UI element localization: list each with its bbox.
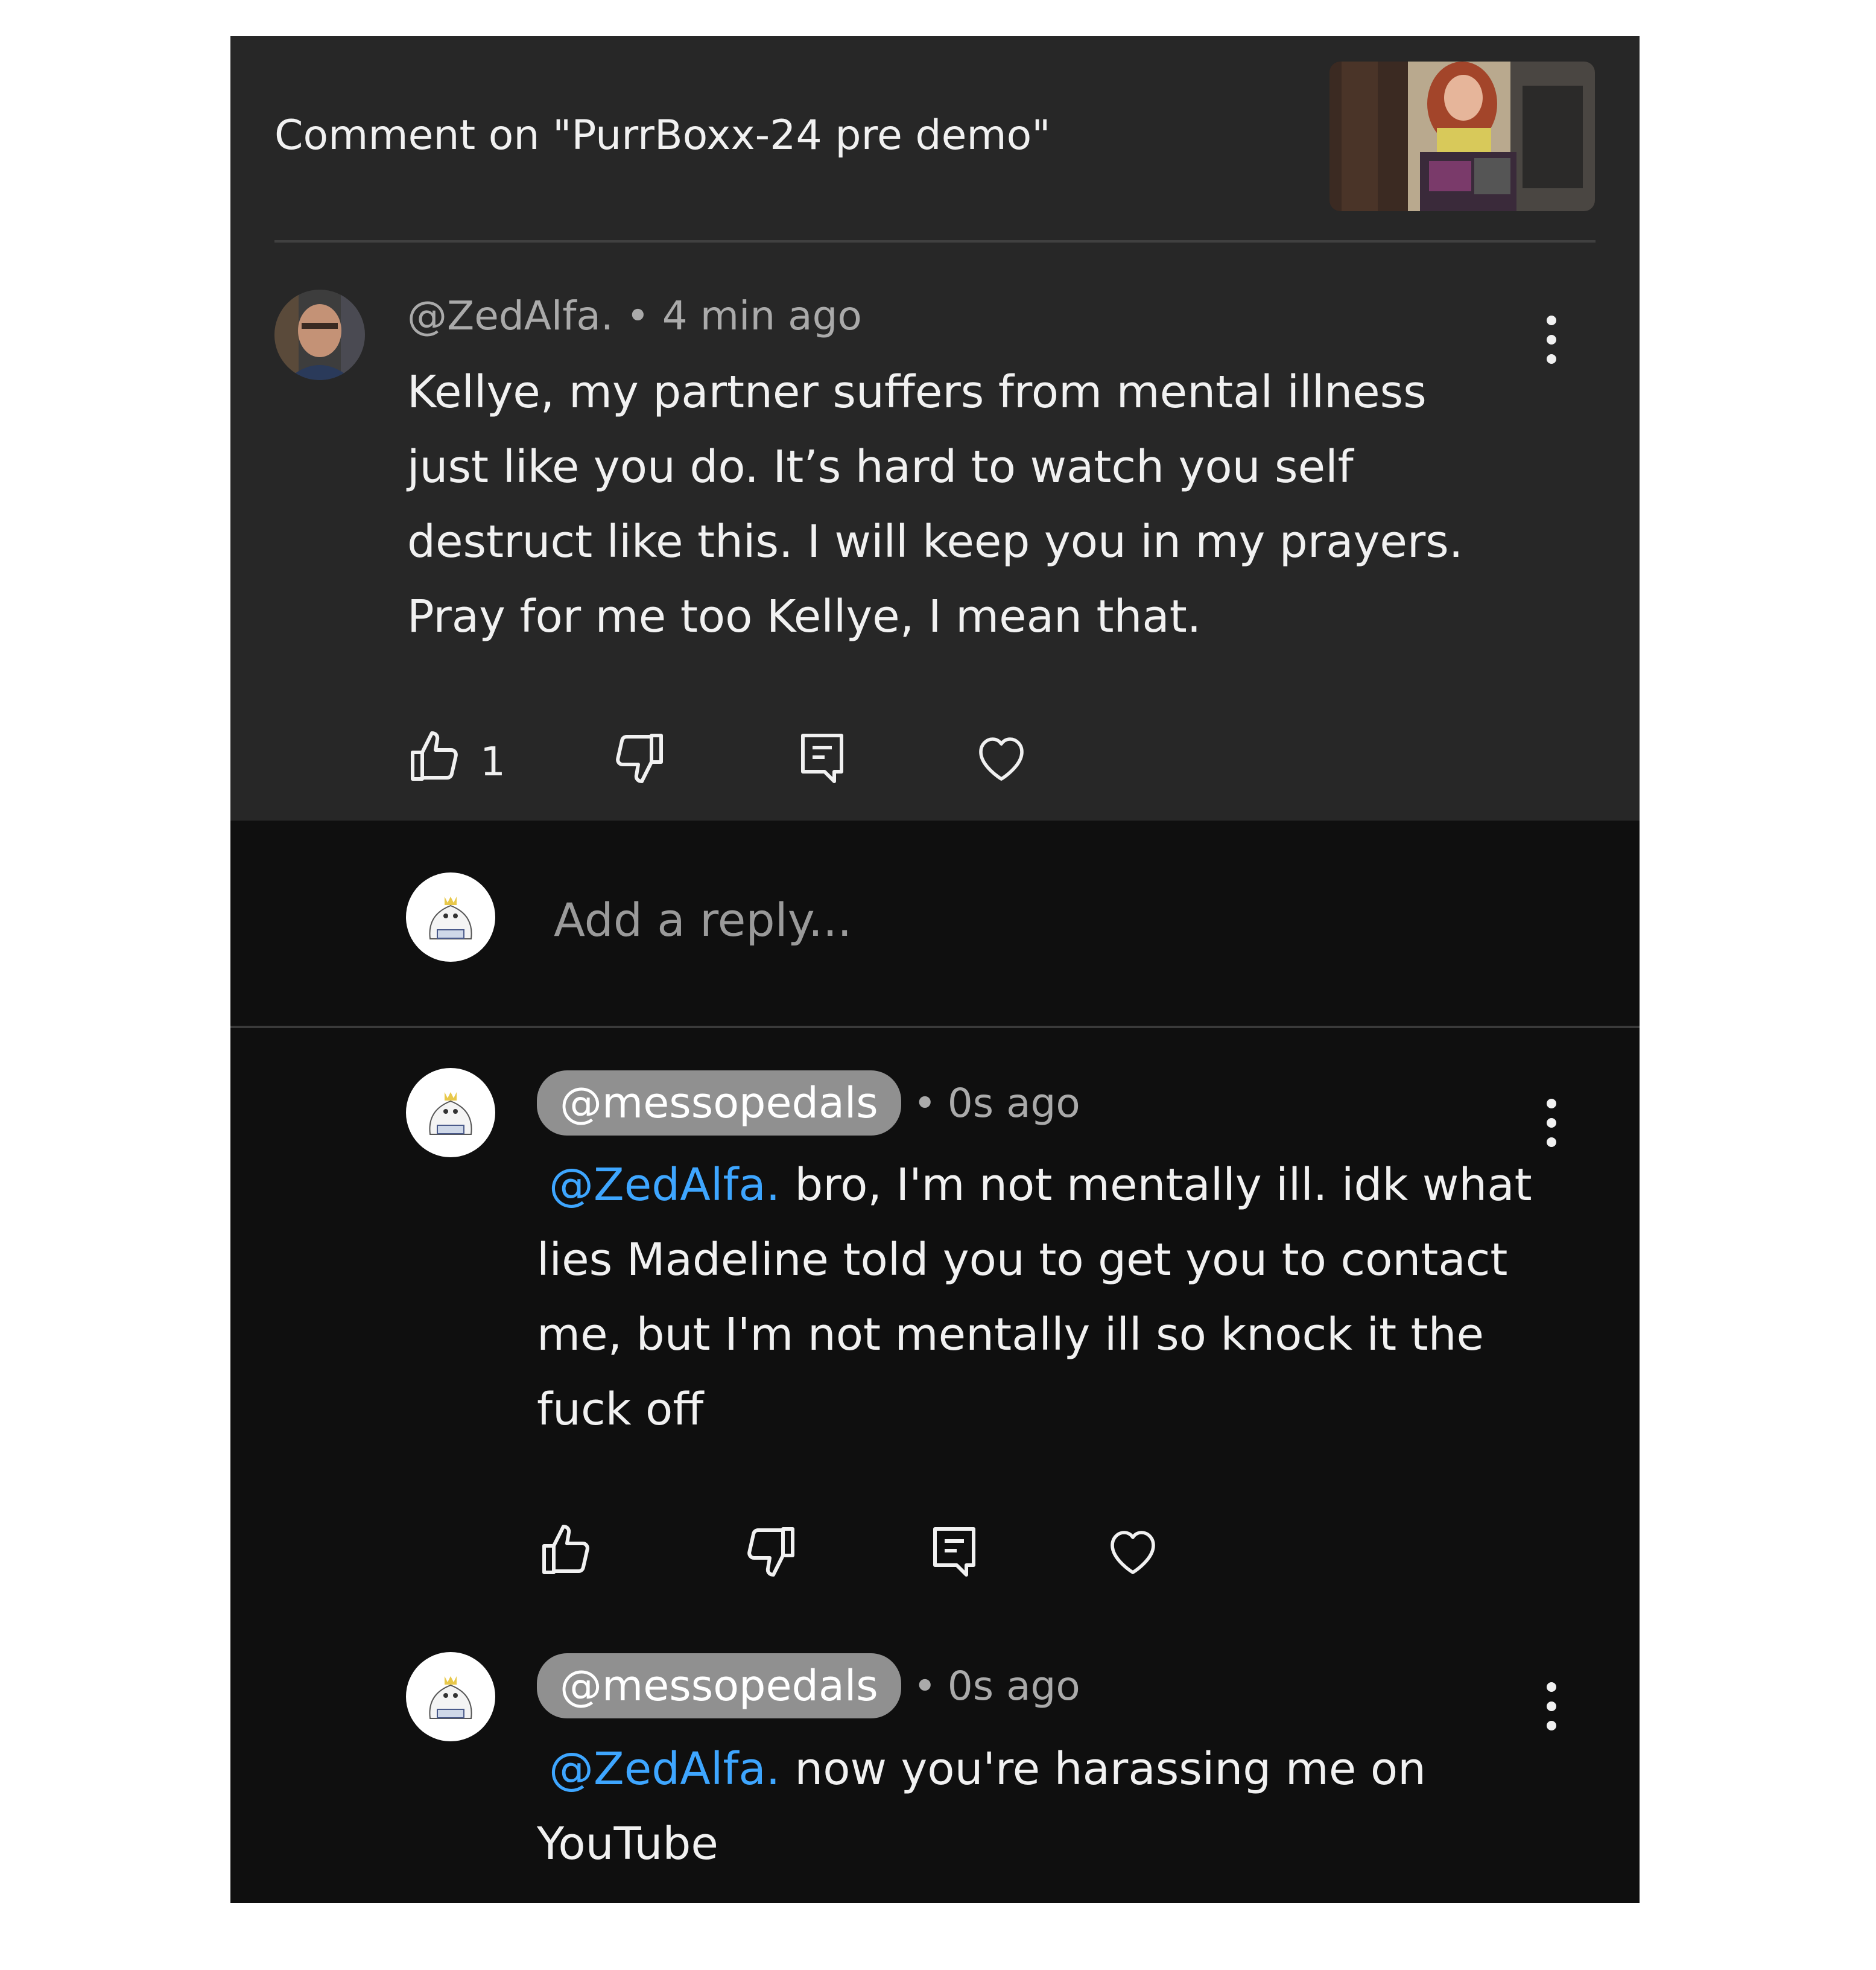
replies-divider bbox=[230, 1026, 1640, 1028]
meta-separator: • bbox=[626, 293, 650, 339]
reply-avatar[interactable] bbox=[406, 1652, 495, 1741]
reply-mention[interactable]: @ZedAlfa. bbox=[549, 1159, 780, 1211]
reply-time[interactable]: 0s ago bbox=[948, 1663, 1080, 1709]
thumbs-down-icon[interactable] bbox=[742, 1522, 800, 1580]
reply-meta: @messopedals • 0s ago bbox=[537, 1070, 1080, 1136]
reply-meta: @messopedals • 0s ago bbox=[537, 1653, 1080, 1718]
page-title: Comment on "PurrBoxx-24 pre demo" bbox=[274, 112, 1051, 159]
more-vert-icon[interactable] bbox=[1539, 1094, 1564, 1152]
reply-author-badge[interactable]: @messopedals bbox=[537, 1653, 901, 1718]
like-count: 1 bbox=[480, 739, 505, 785]
reply-text-block: @ZedAlfa. now you're harassing me on YouT… bbox=[537, 1732, 1430, 1881]
more-vert-icon[interactable] bbox=[1539, 1677, 1564, 1735]
comment-author[interactable]: @ZedAlfa. bbox=[407, 293, 613, 339]
meta-separator: • bbox=[913, 1662, 937, 1709]
avatar[interactable] bbox=[274, 290, 365, 380]
reply-input[interactable]: Add a reply... bbox=[554, 893, 852, 947]
header-divider bbox=[274, 240, 1596, 243]
current-user-avatar bbox=[406, 872, 495, 962]
reply-mention[interactable]: @ZedAlfa. bbox=[549, 1743, 780, 1795]
meta-separator: • bbox=[913, 1079, 937, 1126]
comment-meta: @ZedAlfa. • 4 min ago bbox=[407, 293, 862, 339]
original-comment-section: Comment on "PurrBoxx-24 pre demo" @ZedAl… bbox=[230, 36, 1640, 821]
heart-icon[interactable] bbox=[1104, 1522, 1162, 1580]
reply-author-badge[interactable]: @messopedals bbox=[537, 1070, 901, 1136]
reply-text-block: @ZedAlfa. bro, I'm not mentally ill. idk … bbox=[537, 1148, 1550, 1447]
reply-avatar[interactable] bbox=[406, 1068, 495, 1157]
thumbs-up-icon[interactable] bbox=[537, 1522, 595, 1580]
reply-time[interactable]: 0s ago bbox=[948, 1080, 1080, 1126]
thumbs-up-icon[interactable] bbox=[405, 728, 463, 786]
comment-time[interactable]: 4 min ago bbox=[662, 293, 862, 339]
video-thumbnail[interactable] bbox=[1329, 62, 1595, 211]
comment-reply-icon[interactable] bbox=[925, 1522, 983, 1580]
comment-thread-panel: Comment on "PurrBoxx-24 pre demo" @ZedAl… bbox=[230, 36, 1640, 1903]
comment-text: Kellye, my partner suffers from mental i… bbox=[407, 366, 1463, 643]
heart-icon[interactable] bbox=[972, 728, 1030, 786]
comment-reply-icon[interactable] bbox=[793, 728, 851, 786]
thumbs-down-icon[interactable] bbox=[610, 728, 668, 786]
more-vert-icon[interactable] bbox=[1539, 311, 1564, 369]
